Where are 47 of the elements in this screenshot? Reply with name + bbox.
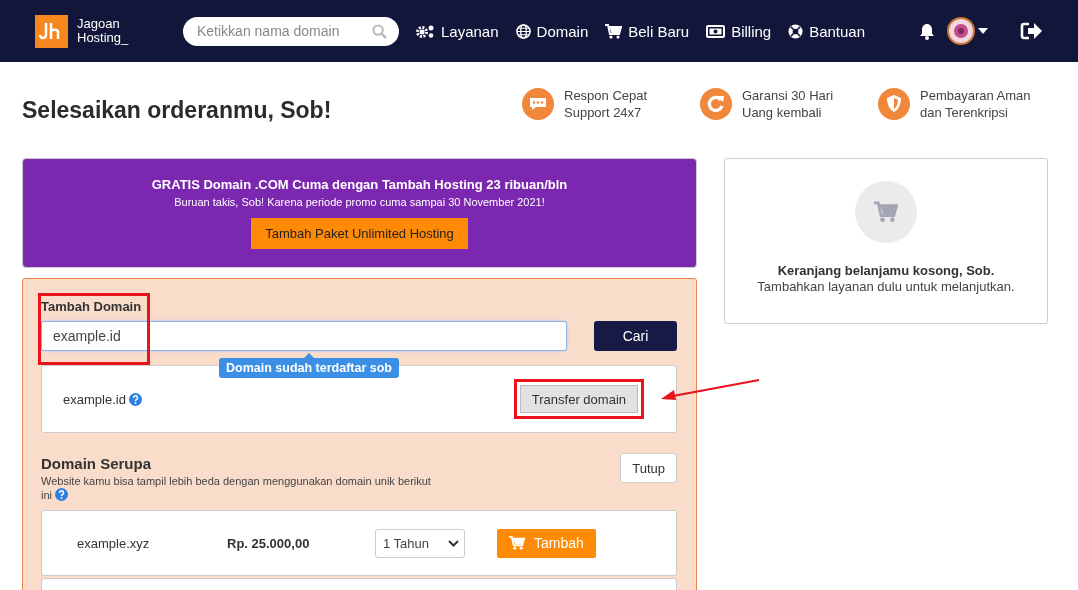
domain-name: example.id — [63, 391, 143, 407]
help-icon[interactable] — [55, 488, 69, 501]
gears-icon — [416, 23, 435, 39]
shield-icon — [878, 87, 910, 120]
banknote-icon — [706, 24, 726, 38]
close-button[interactable]: Tutup — [620, 453, 677, 483]
logo-icon[interactable] — [35, 14, 68, 48]
empty-cart-title: Keranjang belanjamu kosong, Sob. — [777, 263, 995, 278]
section-title: Domain Serupa — [41, 455, 153, 472]
avatar-icon[interactable] — [947, 17, 975, 45]
caret-icon[interactable] — [978, 28, 988, 34]
chat-icon — [522, 87, 554, 120]
nav-link[interactable]: Billing — [706, 22, 772, 40]
page-title: Selesaikan orderanmu, Sob! — [22, 97, 333, 124]
section-description: Website kamu bisa tampil lebih beda dengan menggunakan domain unik berikut ini — [41, 474, 432, 502]
nav-link[interactable]: Bantuan — [788, 22, 866, 40]
logo-text: Hosting_ — [77, 31, 129, 45]
help-icon[interactable] — [129, 392, 143, 406]
feature-text: Garansi 30 Hari Uang kembali — [742, 86, 834, 121]
refresh-icon — [700, 87, 732, 120]
bell-icon[interactable] — [919, 22, 935, 40]
search-button[interactable]: Cari — [594, 321, 677, 351]
empty-cart-message: Tambahkan layanan dulu untuk melanjutkan. — [757, 279, 1015, 294]
domain-name: example.xyz — [77, 535, 151, 551]
promo-headline: GRATIS Domain .COM Cuma dengan Tambah Hosting 23 ribuan/bln — [151, 177, 568, 192]
tooltip-pointer-icon — [304, 353, 314, 358]
lifebuoy-icon — [788, 23, 804, 39]
logo-text: Jagoan — [77, 17, 121, 31]
period-dropdown[interactable]: 1 Tahun — [375, 528, 465, 558]
feature-text: Pembayaran Aman dan Terenkripsi — [920, 86, 1031, 121]
nav-link[interactable]: Layanan — [416, 22, 499, 40]
chevron-icon — [448, 539, 459, 547]
section-label: Tambah Domain — [41, 299, 143, 314]
nav-link[interactable]: Domain — [515, 22, 589, 40]
logout-icon[interactable] — [1020, 22, 1042, 40]
transfer-domain-button[interactable]: Transfer domain — [519, 385, 638, 413]
cart-icon — [509, 536, 525, 550]
nav-link[interactable]: Beli Baru — [605, 22, 690, 40]
price-text: Rp. 25.000,00 — [227, 535, 311, 551]
domain-input[interactable]: example.id — [41, 321, 567, 351]
cart-icon — [874, 201, 898, 223]
feature-text: Respon Cepat Support 24x7 — [564, 86, 648, 121]
search-field[interactable]: Ketikkan nama domain — [183, 16, 399, 46]
add-hosting-button[interactable]: Tambah Paket Unlimited Hosting — [251, 218, 468, 249]
cart-icon — [605, 23, 623, 39]
globe-icon — [515, 23, 531, 39]
promo-subline: Buruan takis, Sob! Karena periode promo cuma sampai 30 November 2021! — [174, 196, 545, 208]
